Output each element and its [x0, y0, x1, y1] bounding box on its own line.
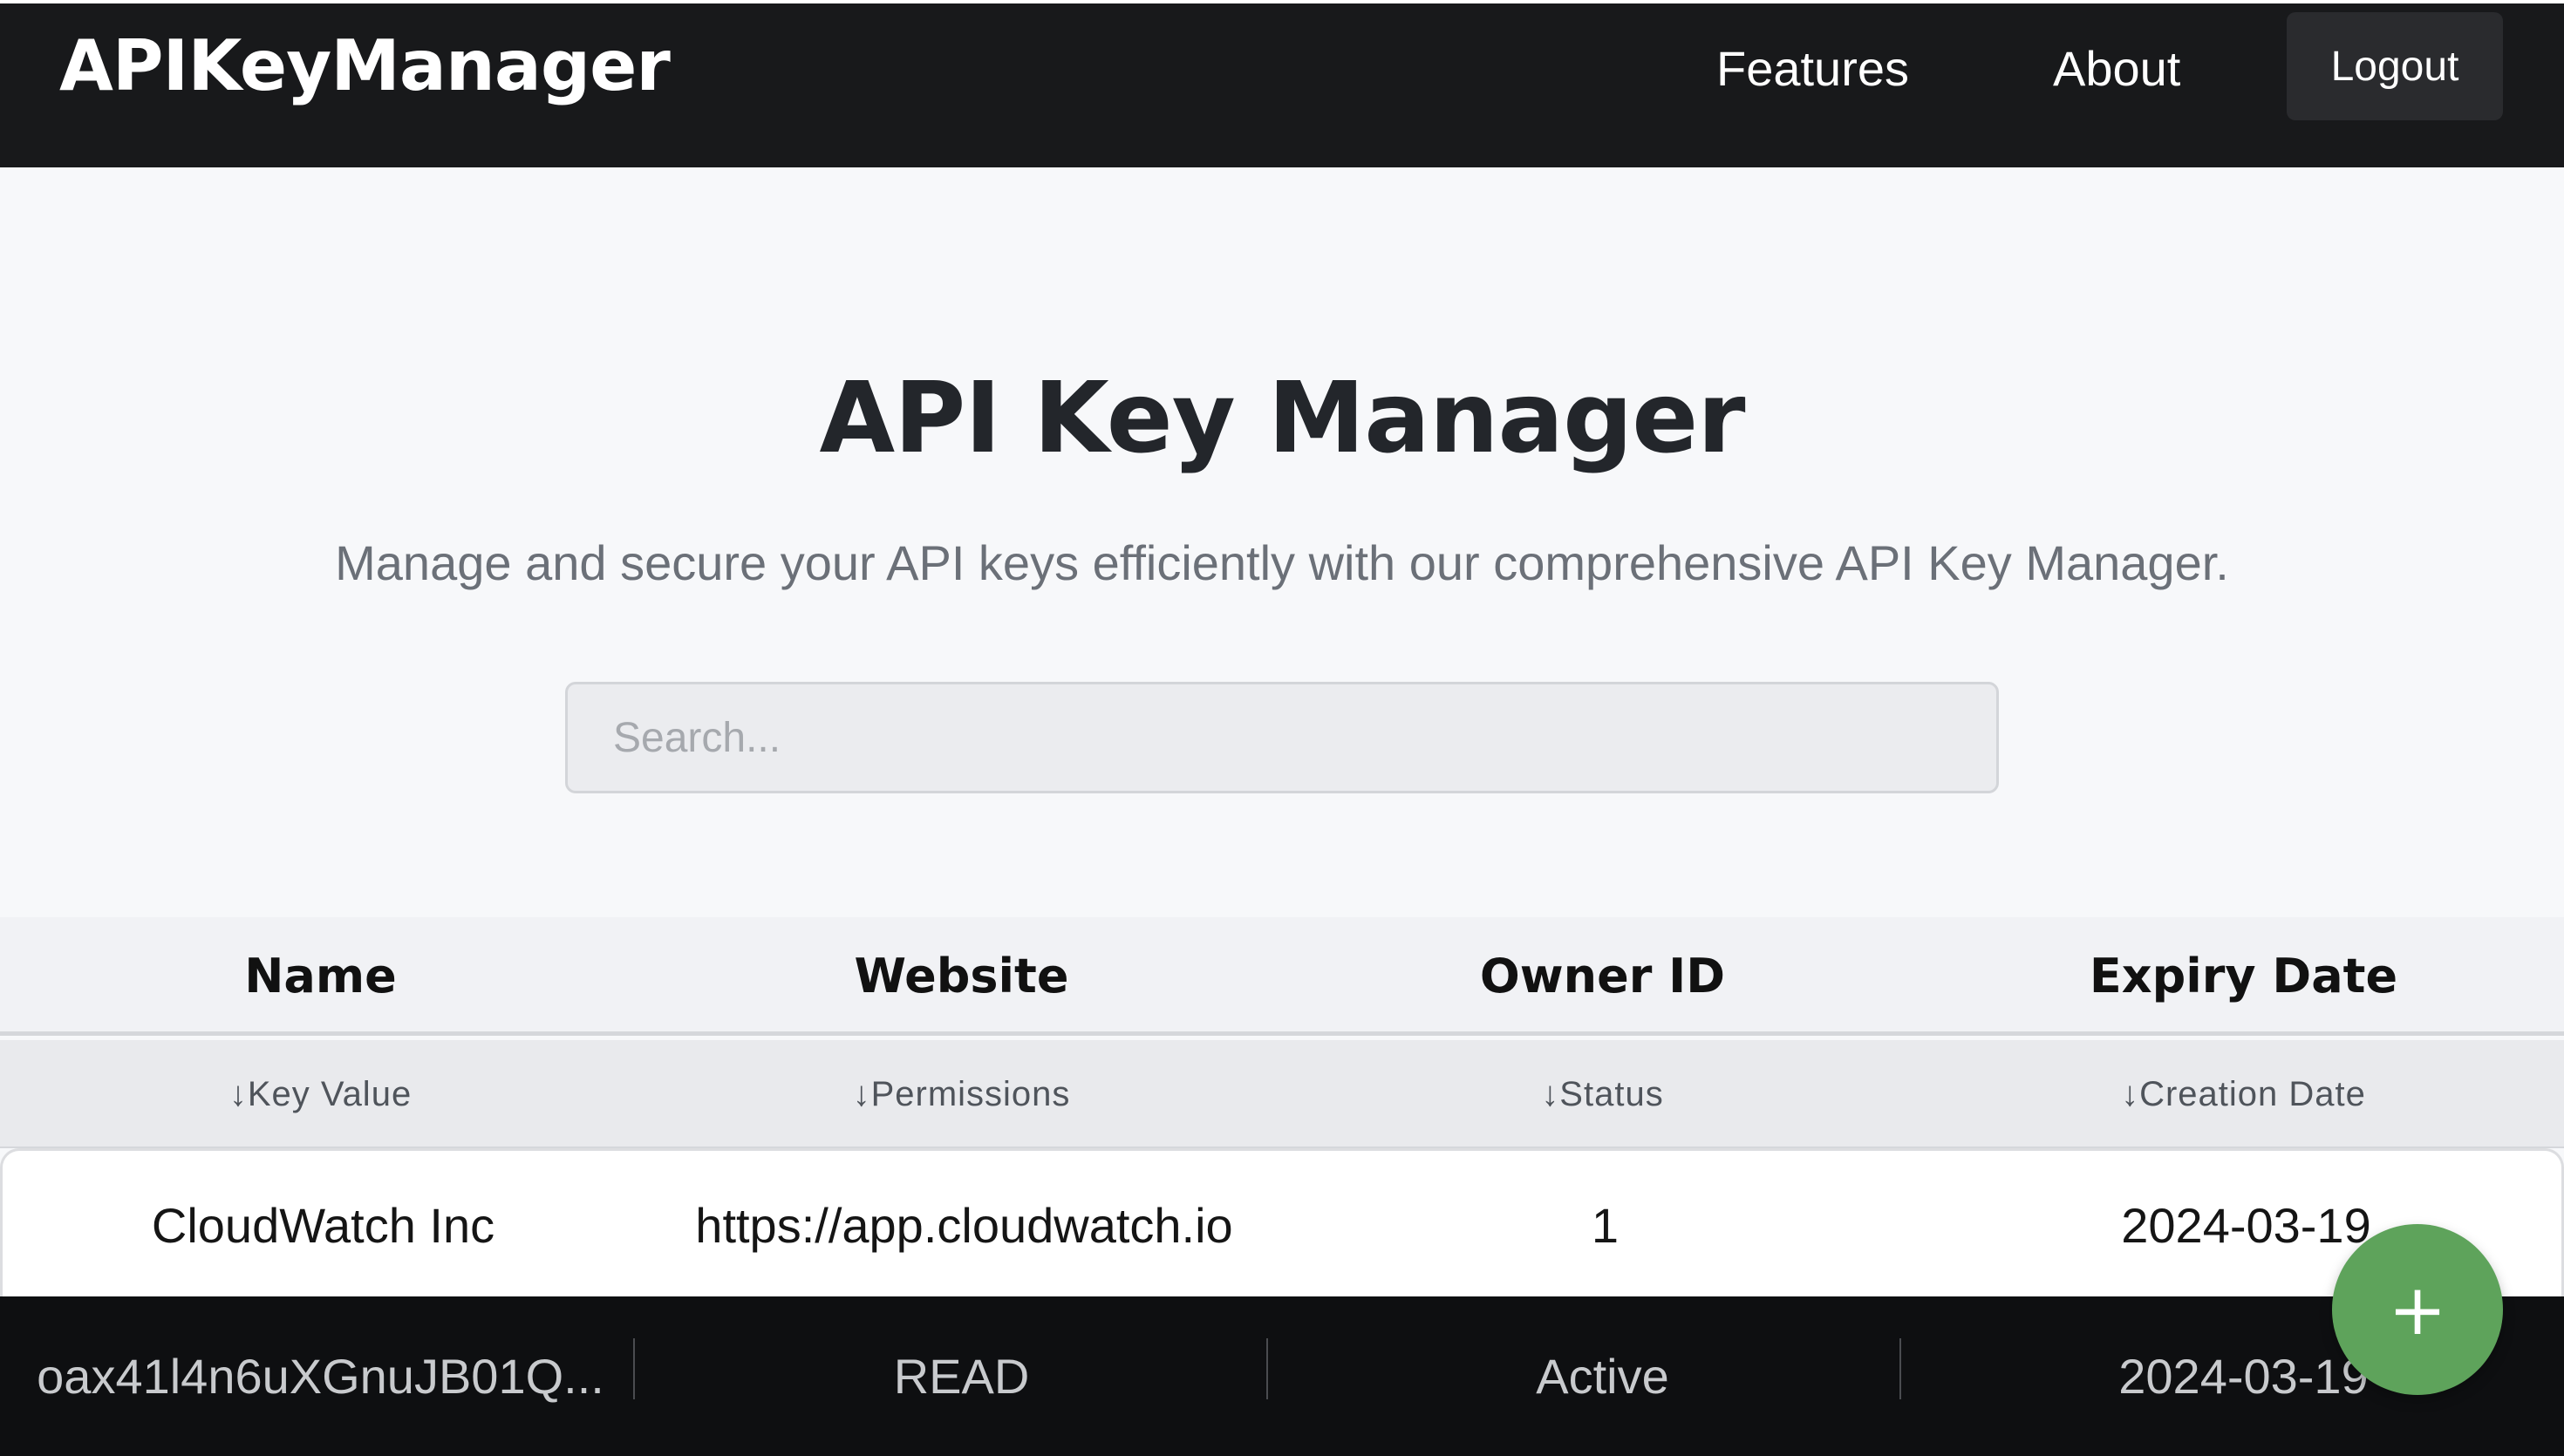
cell-permissions: READ: [893, 1349, 1030, 1404]
cell-key-value: oax41l4n6uXGnuJB01Q...: [37, 1349, 604, 1404]
nav-link-features[interactable]: Features: [1716, 30, 1909, 108]
column-header-website[interactable]: Website: [641, 917, 1282, 1036]
column-header-name[interactable]: Name: [0, 917, 641, 1036]
sort-creation-date[interactable]: ↓Creation Date: [1923, 1040, 2564, 1148]
logout-button[interactable]: Logout: [2287, 12, 2503, 120]
table-subheader-row: ↓Key Value ↓Permissions ↓Status ↓Creatio…: [0, 1040, 2564, 1148]
cell-status: Active: [1536, 1349, 1669, 1404]
column-header-owner-id[interactable]: Owner ID: [1282, 917, 1923, 1036]
cell-name: CloudWatch Inc: [151, 1198, 495, 1253]
add-key-button[interactable]: +: [2332, 1224, 2503, 1395]
table-row[interactable]: CloudWatch Inc https://app.cloudwatch.io…: [0, 1148, 2564, 1298]
cell-owner-id: 1: [1591, 1198, 1620, 1253]
top-navbar: APIKeyManager Features About Logout: [0, 0, 2564, 167]
page-title: API Key Manager: [819, 362, 1746, 475]
column-divider: [1899, 1338, 1901, 1399]
cell-website: https://app.cloudwatch.io: [695, 1198, 1233, 1253]
sort-permissions[interactable]: ↓Permissions: [641, 1040, 1282, 1148]
table-header-row: Name Website Owner ID Expiry Date: [0, 917, 2564, 1036]
table-row-detail[interactable]: oax41l4n6uXGnuJB01Q... READ Active 2024-…: [0, 1296, 2564, 1456]
sort-key-value[interactable]: ↓Key Value: [0, 1040, 641, 1148]
column-header-expiry-date[interactable]: Expiry Date: [1923, 917, 2564, 1036]
sort-status[interactable]: ↓Status: [1282, 1040, 1923, 1148]
search-input[interactable]: [565, 682, 1999, 793]
nav-link-about[interactable]: About: [2053, 30, 2180, 108]
brand-logo[interactable]: APIKeyManager: [59, 23, 671, 110]
column-divider: [1266, 1338, 1268, 1399]
column-divider: [633, 1338, 635, 1399]
page-subtitle: Manage and secure your API keys efficien…: [335, 535, 2229, 590]
